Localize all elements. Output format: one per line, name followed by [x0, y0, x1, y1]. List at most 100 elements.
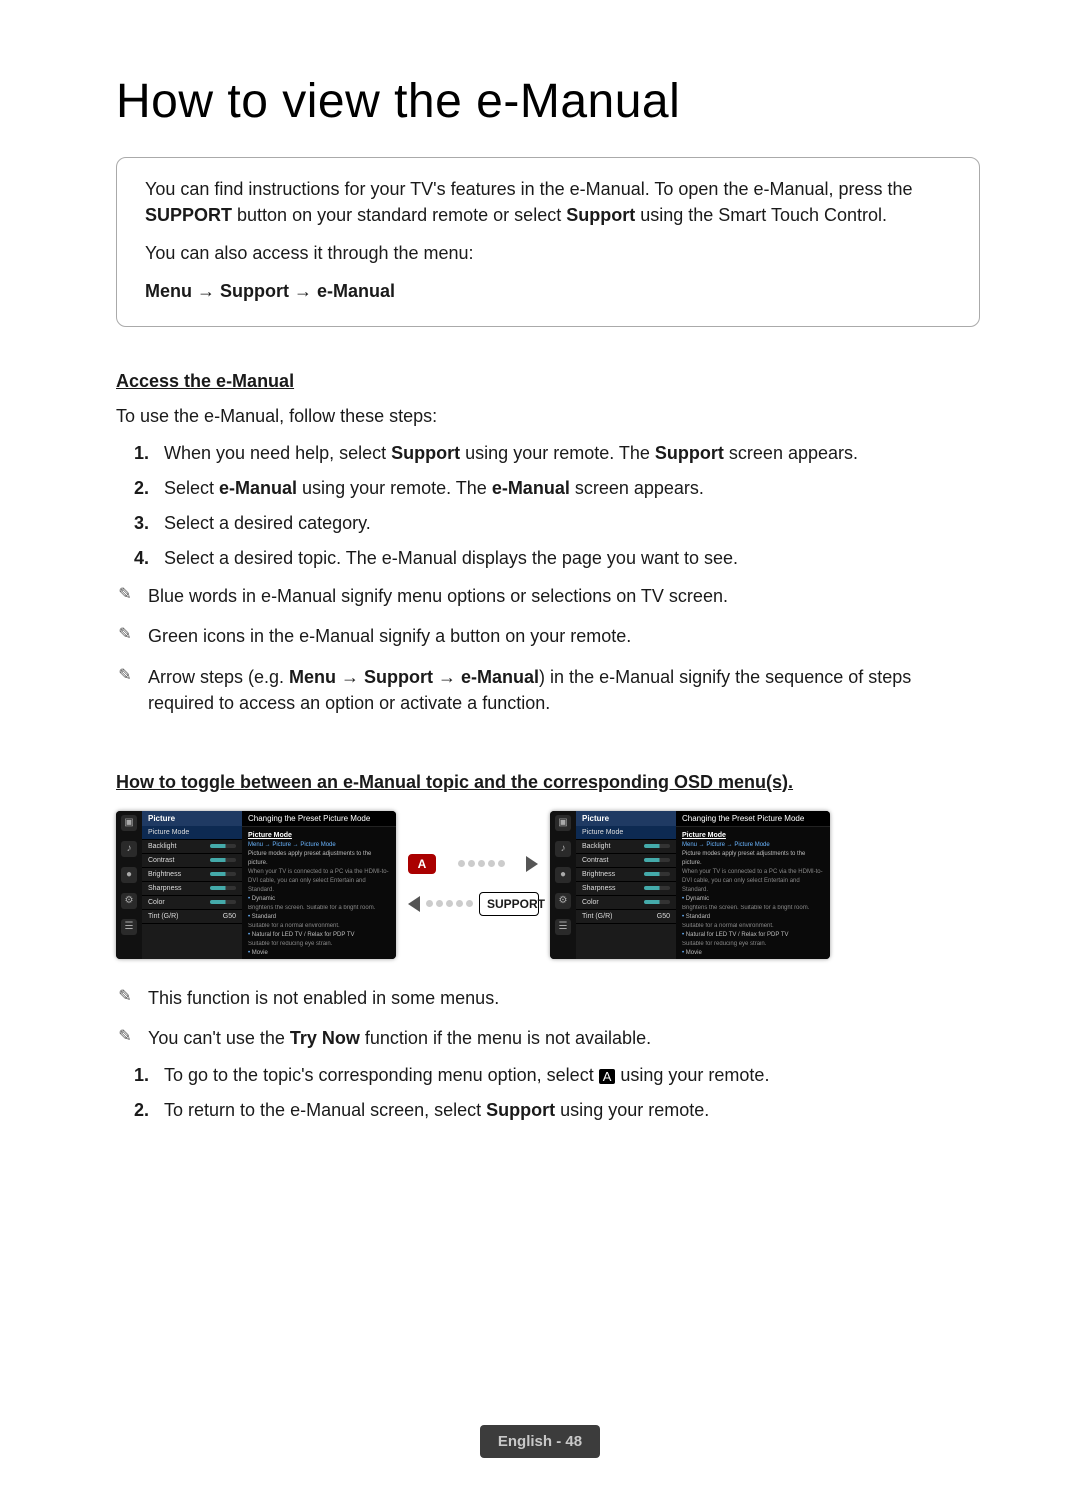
tv-side-icons: ▣ ♪ ● ⚙ ☰ [550, 811, 576, 959]
tv-menu-row: Contrast [142, 854, 242, 868]
support-icon: ☰ [555, 919, 571, 935]
picture-icon: ▣ [121, 815, 137, 831]
tv-menu-header: Picture [142, 811, 242, 826]
step-number: 1. [134, 443, 154, 464]
bold-text: Support [391, 443, 460, 463]
tv-content: Changing the Preset Picture Mode Picture… [242, 811, 396, 959]
tv-menu: Picture Picture Mode Backlight Contrast … [142, 811, 242, 959]
section-toggle-title: How to toggle between an e-Manual topic … [116, 772, 980, 793]
text: This function is not enabled in some men… [148, 985, 499, 1011]
step-2: 2. Select e-Manual using your remote. The… [134, 478, 980, 499]
tv-menu-row: Brightness [576, 868, 676, 882]
tv-side-icons: ▣ ♪ ● ⚙ ☰ [116, 811, 142, 959]
screenshot-row: ▣ ♪ ● ⚙ ☰ Picture Picture Mode Backlight… [116, 811, 980, 959]
text: Standard [686, 914, 710, 920]
picture-mode-heading: Picture Mode [248, 831, 390, 842]
support-button: SUPPORT [479, 892, 539, 916]
bold-text: e-Manual [492, 478, 570, 498]
text: You can find instructions for your TV's … [145, 179, 913, 199]
text: Suitable for reducing eye strain. [248, 940, 390, 949]
footer-lang: English [498, 1433, 552, 1450]
text: When your TV is connected to a PC via th… [682, 868, 824, 895]
tv-menu-header: Picture [576, 811, 676, 826]
tv-menu-row: Contrast [576, 854, 676, 868]
tv-menu-row: Tint (G/R)G50 [576, 910, 676, 924]
note: ✎Arrow steps (e.g. Menu → Support → e-Ma… [116, 664, 980, 716]
footer-page: 48 [565, 1433, 582, 1450]
text: Movie [252, 950, 268, 956]
text: To go to the topic's corresponding menu … [164, 1065, 599, 1085]
note: ✎This function is not enabled in some me… [116, 985, 980, 1011]
settings-icon: ⚙ [555, 893, 571, 909]
settings-icon: ⚙ [121, 893, 137, 909]
menu-path: Menu → Picture → Picture Mode [682, 841, 824, 850]
tv-menu: Picture Picture Mode Backlight Contrast … [576, 811, 676, 959]
text: Suitable for a normal environment. [248, 922, 390, 931]
tv-menu-row: Brightness [142, 868, 242, 882]
support-menu-label: Support [566, 205, 635, 225]
note-icon: ✎ [116, 664, 134, 716]
access-steps: 1. When you need help, select Support usi… [134, 443, 980, 569]
arrow-left-icon [408, 896, 420, 912]
footer-pill: English - 48 [480, 1425, 600, 1458]
support-button-label: SUPPORT [145, 205, 232, 225]
sound-icon: ♪ [121, 841, 137, 857]
text: Natural for LED TV / Relax for PDP TV [252, 932, 355, 938]
text: function if the menu is not available. [360, 1028, 651, 1048]
text: Movie [686, 950, 702, 956]
tv-menu-row: Picture Mode [576, 826, 676, 840]
text: Darkens the screen, making it less glary… [682, 958, 824, 959]
intro-box: You can find instructions for your TV's … [116, 157, 980, 327]
bold-text: Support [655, 443, 724, 463]
sound-icon: ♪ [555, 841, 571, 857]
tv-screenshot-left: ▣ ♪ ● ⚙ ☰ Picture Picture Mode Backlight… [116, 811, 396, 959]
tv-menu-row: Sharpness [142, 882, 242, 896]
remote-row-support: SUPPORT [408, 892, 538, 916]
remote-diagram: A SUPPORT [408, 854, 538, 916]
text: Dynamic [252, 896, 275, 902]
text: button on your standard remote or select [232, 205, 566, 225]
step-2: 2.To return to the e-Manual screen, sele… [134, 1100, 980, 1121]
step-1: 1. When you need help, select Support usi… [134, 443, 980, 464]
section-access-title: Access the e-Manual [116, 371, 980, 392]
picture-icon: ▣ [555, 815, 571, 831]
intro-line-1: You can find instructions for your TV's … [145, 176, 951, 228]
arrow-right-icon [526, 856, 538, 872]
text: using the Smart Touch Control. [635, 205, 887, 225]
toggle-notes: ✎This function is not enabled in some me… [116, 985, 980, 1051]
note-icon: ✎ [116, 583, 134, 609]
tv-content: Changing the Preset Picture Mode Picture… [676, 811, 830, 959]
note: ✎Green icons in the e-Manual signify a b… [116, 623, 980, 649]
step-number: 2. [134, 478, 154, 499]
note: ✎Blue words in e-Manual signify menu opt… [116, 583, 980, 609]
note-icon: ✎ [116, 623, 134, 649]
text: Select [164, 478, 219, 498]
a-button: A [408, 854, 436, 874]
text: using your remote. The [460, 443, 655, 463]
text: Darkens the screen, making it less glary… [248, 958, 390, 959]
menu-path: Menu → Support → e-Manual [145, 278, 951, 304]
page-title: How to view the e-Manual [116, 74, 980, 129]
text: Suitable for reducing eye strain. [682, 940, 824, 949]
menu-path: Menu → Picture → Picture Mode [248, 841, 390, 850]
bold-text: e-Manual [219, 478, 297, 498]
step-number: 1. [134, 1065, 154, 1086]
picture-mode-heading: Picture Mode [682, 831, 824, 842]
text: Natural for LED TV / Relax for PDP TV [686, 932, 789, 938]
step-number: 2. [134, 1100, 154, 1121]
step-number: 4. [134, 548, 154, 569]
toggle-steps: 1. To go to the topic's corresponding men… [134, 1065, 980, 1121]
text: Dynamic [686, 896, 709, 902]
text: When you need help, select [164, 443, 391, 463]
text: Standard [252, 914, 276, 920]
text: screen appears. [724, 443, 858, 463]
access-notes: ✎Blue words in e-Manual signify menu opt… [116, 583, 980, 715]
text: using your remote. The [297, 478, 492, 498]
step-1: 1. To go to the topic's corresponding men… [134, 1065, 980, 1086]
tv-screenshot-right: ▣ ♪ ● ⚙ ☰ Picture Picture Mode Backlight… [550, 811, 830, 959]
text: using your remote. [615, 1065, 769, 1085]
footer-sep: - [552, 1433, 565, 1450]
text: You can't use the [148, 1028, 290, 1048]
text: screen appears. [570, 478, 704, 498]
bold-text: Support [486, 1100, 555, 1120]
